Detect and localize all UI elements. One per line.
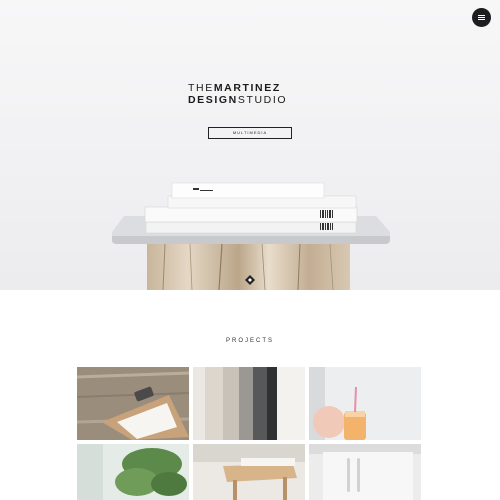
multimedia-button[interactable]: MULTIMEDIA <box>208 127 292 139</box>
studio-logo[interactable]: THEMARTINEZ DESIGNSTUDIO <box>188 82 312 106</box>
project-image <box>309 444 421 500</box>
project-tile-drink[interactable] <box>309 367 421 440</box>
project-image <box>77 367 189 440</box>
project-tile-textiles[interactable] <box>193 367 305 440</box>
project-image <box>309 367 421 440</box>
project-tile-plant[interactable] <box>77 444 189 500</box>
hero-image <box>112 182 390 290</box>
diamond-arrow-down-icon[interactable] <box>245 275 255 285</box>
hamburger-icon <box>478 15 485 16</box>
hero-banner: THEMARTINEZ DESIGNSTUDIO MULTIMEDIA <box>0 0 500 290</box>
logo-line-1: THEMARTINEZ <box>188 82 281 94</box>
project-tile-clipboard[interactable] <box>77 367 189 440</box>
logo-line-2: DESIGNSTUDIO <box>188 94 288 106</box>
menu-button[interactable] <box>472 8 491 27</box>
project-image <box>193 367 305 440</box>
project-image <box>77 444 189 500</box>
projects-heading: PROJECTS <box>225 338 274 344</box>
project-image <box>193 444 305 500</box>
project-tile-white-appliance[interactable] <box>309 444 421 500</box>
project-tile-wood-table[interactable] <box>193 444 305 500</box>
